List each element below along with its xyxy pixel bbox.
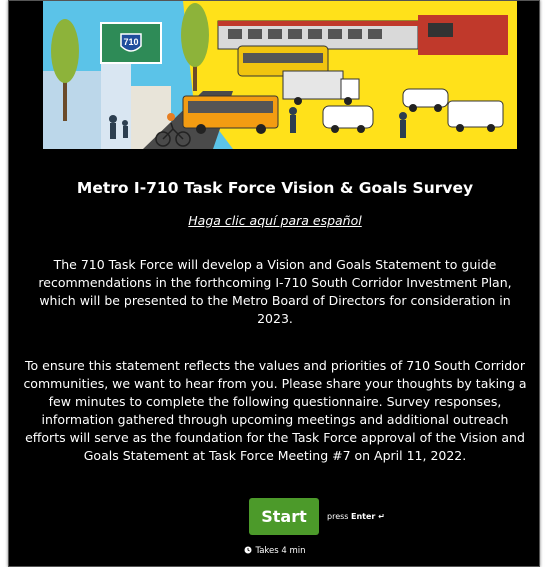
press-label: press xyxy=(327,512,349,521)
highway-shield-icon: 710 xyxy=(123,37,138,47)
clock-icon xyxy=(244,546,252,554)
intro-paragraph: The 710 Task Force will develop a Vision… xyxy=(38,257,512,326)
keyboard-hint: press Enter ↵ xyxy=(327,512,385,521)
transit-illustration: 710 xyxy=(43,1,517,149)
enter-key-label: Enter ↵ xyxy=(351,512,385,521)
duration-estimate: Takes 4 min xyxy=(9,546,541,556)
details-paragraph: To ensure this statement reflects the va… xyxy=(23,358,527,463)
spanish-language-link[interactable]: Haga clic aquí para español xyxy=(9,213,541,228)
hero-illustration: 710 xyxy=(43,1,517,149)
survey-title: Metro I-710 Task Force Vision & Goals Su… xyxy=(76,179,474,197)
duration-text: Takes 4 min xyxy=(255,546,306,556)
survey-window: 710 Metro I-710 Task Force Vision & Goal… xyxy=(8,0,540,567)
start-button[interactable]: Start xyxy=(249,498,319,535)
